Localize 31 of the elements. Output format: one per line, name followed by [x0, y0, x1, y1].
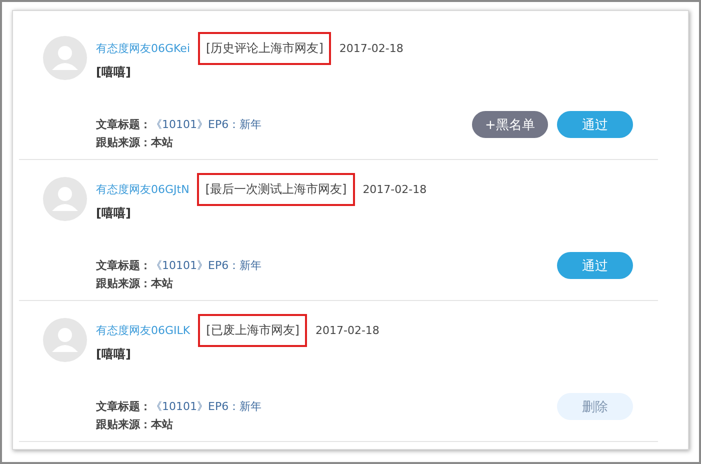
- comment-date: 2017-02-18: [315, 324, 380, 336]
- comment-text: [嘻嘻]: [96, 64, 132, 81]
- comment-text: [嘻嘻]: [96, 346, 132, 363]
- approve-button[interactable]: 通过: [557, 252, 633, 279]
- blacklist-button[interactable]: +黑名单: [472, 111, 548, 138]
- avatar-icon: [43, 36, 87, 80]
- article-link[interactable]: 《10101》EP6：新年: [151, 117, 262, 132]
- article-link[interactable]: 《10101》EP6：新年: [151, 399, 262, 414]
- source-label: 跟贴来源：: [96, 276, 151, 291]
- approve-button[interactable]: 通过: [557, 111, 633, 138]
- source-value: 本站: [151, 417, 173, 432]
- author-link[interactable]: 有态度网友06GKei: [96, 40, 190, 56]
- source-value: 本站: [151, 276, 173, 291]
- article-label: 文章标题：: [96, 258, 151, 273]
- article-link[interactable]: 《10101》EP6：新年: [151, 258, 262, 273]
- user-tag: [已废上海市网友]: [198, 314, 308, 346]
- source-value: 本站: [151, 135, 173, 150]
- article-label: 文章标题：: [96, 117, 151, 132]
- comment-text: [嘻嘻]: [96, 205, 132, 222]
- article-label: 文章标题：: [96, 399, 151, 414]
- author-link[interactable]: 有态度网友06GILK: [96, 322, 190, 338]
- avatar-icon: [43, 177, 87, 221]
- delete-button[interactable]: 删除: [557, 393, 633, 420]
- user-tag: [历史评论上海市网友]: [198, 32, 332, 64]
- source-label: 跟贴来源：: [96, 135, 151, 150]
- comment-date: 2017-02-18: [339, 42, 404, 54]
- avatar-icon: [43, 318, 87, 362]
- source-label: 跟贴来源：: [96, 417, 151, 432]
- user-tag: [最后一次测试上海市网友]: [197, 172, 355, 206]
- comment-date: 2017-02-18: [362, 182, 427, 196]
- author-link[interactable]: 有态度网友06GJtN: [96, 182, 190, 196]
